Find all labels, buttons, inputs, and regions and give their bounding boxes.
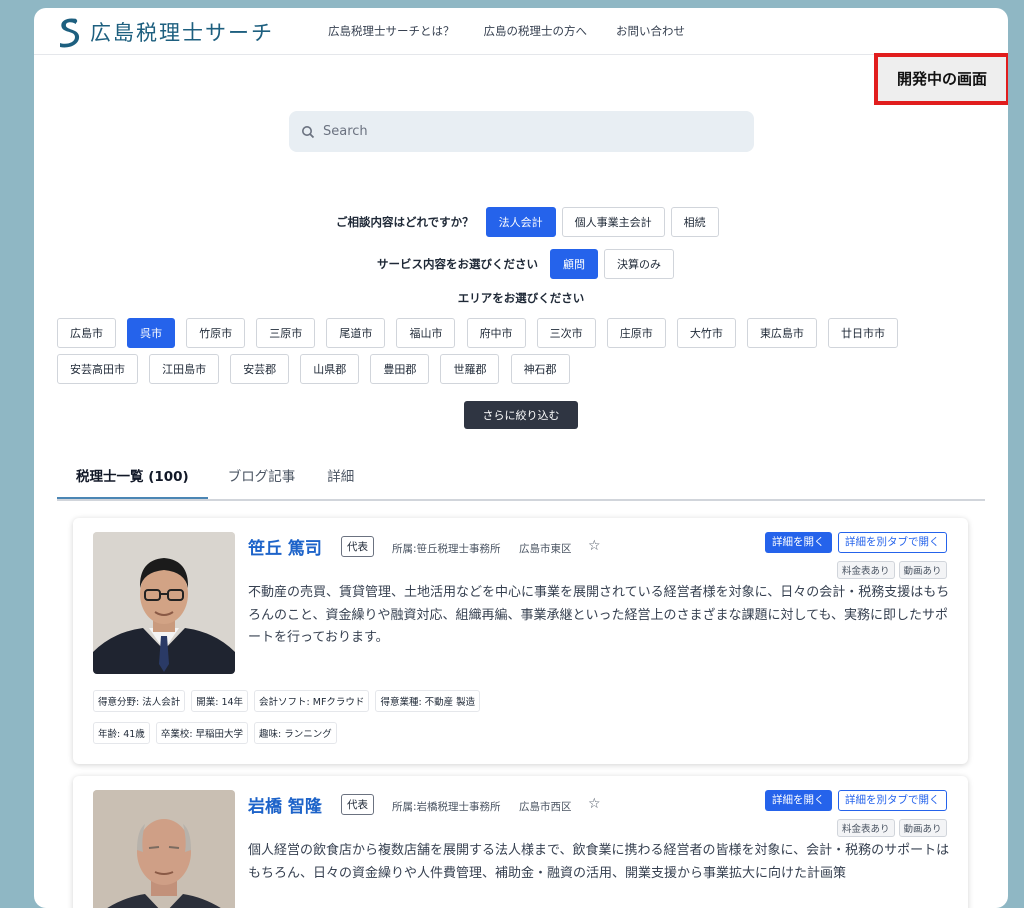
- header-nav: 広島税理士サーチとは？ 広島の税理士の方へ お問い合わせ: [328, 23, 714, 39]
- tab-accountant-list[interactable]: 税理士一覧 (100): [57, 463, 208, 499]
- area-option[interactable]: 府中市: [466, 318, 526, 348]
- attribute-tag: 得意分野: 法人会計: [93, 690, 186, 712]
- accountant-name[interactable]: 笹丘 篤司: [248, 534, 322, 559]
- open-details-button[interactable]: 詳細を開く: [765, 790, 832, 811]
- tab-details[interactable]: 詳細: [315, 463, 366, 499]
- dev-screen-badge: 開発中の画面: [874, 53, 1008, 105]
- nav-contact[interactable]: お問い合わせ: [616, 23, 685, 39]
- attribute-tag: 年齢: 41歳: [93, 722, 150, 744]
- star-icon[interactable]: ☆: [588, 538, 601, 554]
- search-input[interactable]: [321, 123, 725, 140]
- service-filter: サービス内容をお選びください 顧問 決算のみ: [377, 249, 680, 279]
- fee-table-tag: 料金表あり: [837, 819, 895, 837]
- open-details-new-tab-button[interactable]: 詳細を別タブで開く: [838, 532, 947, 553]
- logo-icon: [60, 18, 80, 48]
- app-window: 広島税理士サーチ 広島税理士サーチとは？ 広島の税理士の方へ お問い合わせ 開発…: [34, 8, 1008, 908]
- role-badge: 代表: [341, 794, 374, 815]
- logo-text: 広島税理士サーチ: [90, 21, 274, 45]
- area-label: エリアをお選びください: [457, 291, 585, 305]
- service-label: サービス内容をお選びください: [377, 257, 538, 271]
- accountant-card: 笹丘 篤司 代表 所属:笹丘税理士事務所 広島市東区 ☆ 詳細を開く 詳細を別タ…: [73, 518, 968, 764]
- accountant-card: 岩橋 智隆 代表 所属:岩橋税理士事務所 広島市西区 ☆ 詳細を開く 詳細を別タ…: [73, 776, 968, 908]
- open-details-button[interactable]: 詳細を開く: [765, 532, 832, 553]
- area-option[interactable]: 尾道市: [326, 318, 386, 348]
- area-option[interactable]: 安芸高田市: [57, 354, 138, 384]
- attribute-tag: 趣味: ランニング: [254, 722, 337, 744]
- area-option[interactable]: 山県郡: [300, 354, 360, 384]
- city-name: 広島市西区: [519, 801, 572, 813]
- area-option[interactable]: 呉市: [127, 318, 176, 348]
- consult-filter: ご相談内容はどれですか？ 法人会計 個人事業主会計 相続: [336, 207, 725, 237]
- area-option[interactable]: 安芸郡: [230, 354, 290, 384]
- attribute-tag: 得意業種: 不動産 製造: [375, 690, 481, 712]
- area-option[interactable]: 東広島市: [746, 318, 817, 348]
- accountant-description: 個人経営の飲食店から複数店舗を展開する法人様まで、飲食業に携わる経営者の皆様を対…: [248, 843, 950, 881]
- open-details-new-tab-button[interactable]: 詳細を別タブで開く: [838, 790, 947, 811]
- area-option[interactable]: 竹原市: [186, 318, 246, 348]
- accountant-photo[interactable]: [93, 532, 235, 674]
- video-tag: 動画あり: [898, 819, 947, 837]
- attribute-tag: 開業: 14年: [191, 690, 249, 712]
- tab-blog[interactable]: ブログ記事: [216, 463, 308, 499]
- area-option[interactable]: 世羅郡: [440, 354, 500, 384]
- area-option[interactable]: 広島市: [57, 318, 116, 348]
- area-option[interactable]: 庄原市: [606, 318, 666, 348]
- search-bar[interactable]: [289, 111, 754, 152]
- area-option[interactable]: 廿日市市: [828, 318, 899, 348]
- area-option[interactable]: 江田島市: [149, 354, 220, 384]
- consult-label: ご相談内容はどれですか？: [336, 215, 474, 229]
- area-option[interactable]: 三原市: [256, 318, 316, 348]
- service-option-settlement-only[interactable]: 決算のみ: [604, 249, 674, 279]
- area-options: 広島市 呉市 竹原市 三原市 尾道市 福山市 府中市 三次市 庄原市 大竹市 東…: [57, 318, 957, 390]
- consult-option-sole-proprietor[interactable]: 個人事業主会計: [561, 207, 665, 237]
- nav-for-accountants[interactable]: 広島の税理士の方へ: [484, 23, 588, 39]
- area-option[interactable]: 神石郡: [510, 354, 570, 384]
- fee-table-tag: 料金表あり: [837, 561, 895, 579]
- service-option-advisory[interactable]: 顧問: [550, 249, 598, 279]
- accountant-photo[interactable]: [93, 790, 235, 908]
- nav-about[interactable]: 広島税理士サーチとは？: [328, 23, 455, 39]
- role-badge: 代表: [341, 536, 374, 557]
- area-option[interactable]: 大竹市: [676, 318, 736, 348]
- consult-option-corporate[interactable]: 法人会計: [485, 207, 556, 237]
- consult-option-inheritance[interactable]: 相続: [670, 207, 719, 237]
- star-icon[interactable]: ☆: [588, 796, 601, 812]
- area-option[interactable]: 豊田郡: [370, 354, 430, 384]
- info-tags: 料金表あり 動画あり: [837, 819, 951, 837]
- office-name: 所属:笹丘税理士事務所: [392, 543, 501, 555]
- attribute-tags: 得意分野: 法人会計 開業: 14年 会計ソフト: MFクラウド 得意業種: 不…: [93, 690, 973, 754]
- info-tags: 料金表あり 動画あり: [837, 561, 951, 579]
- attribute-tag: 会計ソフト: MFクラウド: [254, 690, 370, 712]
- accountant-description: 不動産の売買、賃貸管理、土地活用などを中心に事業を展開されている経営者様を対象に…: [248, 585, 950, 645]
- accountant-name[interactable]: 岩橋 智隆: [248, 792, 322, 817]
- area-option[interactable]: 福山市: [396, 318, 456, 348]
- site-logo[interactable]: 広島税理士サーチ: [56, 16, 274, 48]
- office-name: 所属:岩橋税理士事務所: [392, 801, 501, 813]
- search-icon: [302, 125, 315, 138]
- site-header: 広島税理士サーチ 広島税理士サーチとは？ 広島の税理士の方へ お問い合わせ: [34, 8, 1008, 55]
- area-option[interactable]: 三次市: [536, 318, 596, 348]
- result-tabs: 税理士一覧 (100) ブログ記事 詳細: [57, 463, 985, 501]
- city-name: 広島市東区: [519, 543, 572, 555]
- attribute-tag: 卒業校: 早稲田大学: [155, 722, 249, 744]
- video-tag: 動画あり: [898, 561, 947, 579]
- narrow-down-button[interactable]: さらに絞り込む: [464, 401, 578, 429]
